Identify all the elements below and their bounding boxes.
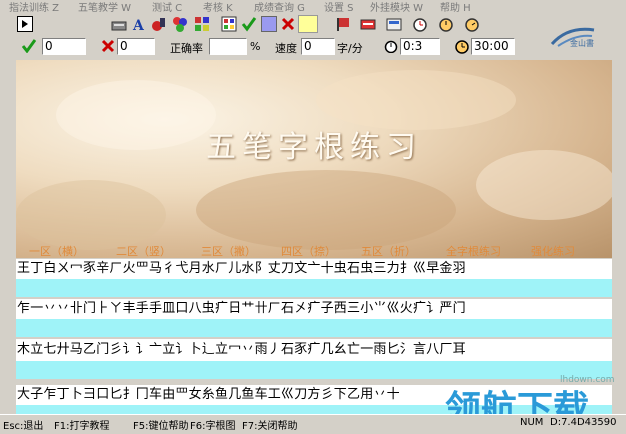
flag-icon[interactable] [335, 16, 351, 32]
color-swatch-icon[interactable] [261, 16, 277, 32]
menu-wubi-teaching[interactable]: 五笔教学 W [78, 0, 131, 14]
speed-label: 速度 [275, 42, 297, 55]
play-icon[interactable] [17, 16, 33, 32]
status-code: D:7.4D43590 [550, 417, 617, 428]
keyboard2-icon[interactable] [360, 16, 376, 32]
menu-plugins[interactable]: 外挂模块 W [370, 0, 423, 14]
menu-typing-practice[interactable]: 指法训练 Z [9, 0, 59, 14]
status-bar: Esc:退出 F1:打字教程 F5:键位帮助 F6:字根图 F7:关闭帮助 NU… [0, 414, 626, 434]
color-grid-icon[interactable] [221, 16, 237, 32]
wrong-count-field: 0 [117, 38, 155, 55]
palette-icon[interactable] [172, 16, 188, 32]
watermark-url: lhdown.com [560, 375, 615, 385]
zone-tabs: 一区（横） 二区（竖） 三区（撇） 四区（捺） 五区（折） 全字根练习 强化练习 [16, 243, 612, 258]
title-banner: 五笔字根练习 [16, 60, 612, 258]
close-icon[interactable] [280, 16, 296, 32]
input-line-3[interactable] [16, 361, 612, 379]
alarm-clock-icon [455, 40, 469, 54]
font-icon[interactable]: A [131, 16, 147, 32]
status-row: 0 0 正确率 % 速度 0 字/分 0:3 30:00 金山書 [0, 27, 626, 58]
yellow-swatch-icon[interactable] [298, 15, 318, 33]
speed-field: 0 [301, 38, 335, 55]
prompt-line-2: 乍一丷丷卝门⺊ㄚ丰手手皿口八虫疒日艹卄ㄏ石㐅疒子西三小⺌巛火疒讠严门 [16, 299, 612, 319]
menu-help[interactable]: 帮助 H [440, 0, 471, 14]
hint-esc: Esc:退出 [3, 421, 44, 432]
toolbar: A [0, 13, 626, 35]
num-indicator: NUM [520, 417, 544, 428]
zone-tab-5[interactable]: 五区（折） [361, 243, 416, 259]
hint-f7: F7:关闭帮助 [242, 421, 298, 432]
zone-tab-3[interactable]: 三区（撇） [201, 243, 256, 259]
banner-title: 五笔字根练习 [206, 130, 422, 165]
zone-tab-1[interactable]: 一区（横） [29, 243, 84, 259]
zone-tab-intensive[interactable]: 强化练习 [531, 243, 575, 259]
accuracy-label: 正确率 [170, 42, 203, 55]
tab-icon[interactable] [386, 16, 402, 32]
percent-label: % [250, 40, 261, 53]
tools-icon[interactable] [151, 16, 167, 32]
accuracy-field [209, 38, 247, 55]
hint-f1: F1:打字教程 [54, 421, 110, 432]
elapsed-time-field: 0:3 [400, 38, 440, 55]
check-icon[interactable] [241, 16, 257, 32]
alarm2-icon[interactable] [438, 16, 454, 32]
menu-bar: 指法训练 Z 五笔教学 W 测试 C 考核 K 成绩查询 G 设置 S 外挂模块… [0, 0, 626, 14]
logo-text: 金山書 [570, 39, 594, 48]
input-line-2[interactable] [16, 319, 612, 337]
speed-unit-label: 字/分 [337, 42, 363, 55]
wrong-icon [101, 39, 115, 53]
correct-count-field: 0 [42, 38, 86, 55]
keyboard-icon[interactable] [111, 16, 127, 32]
menu-test[interactable]: 测试 C [152, 0, 182, 14]
menu-settings[interactable]: 设置 S [324, 0, 354, 14]
svg-text:A: A [132, 18, 145, 32]
input-line-1[interactable] [16, 279, 612, 297]
time-limit-field: 30:00 [471, 38, 515, 55]
zone-tab-all-roots[interactable]: 全字根练习 [446, 243, 501, 259]
zone-tab-2[interactable]: 二区（竖） [116, 243, 171, 259]
hint-f6: F6:字根图 [190, 421, 236, 432]
hint-f5: F5:键位帮助 [133, 421, 189, 432]
correct-icon [22, 39, 36, 53]
prompt-line-1: 王丁白ㄨ冖豕辛ㄏ火罒马彳弋月水ㄏ儿水阝丈刀文亠十虫石虫三力扌巛早金羽 [16, 259, 612, 279]
alarm3-icon[interactable] [464, 16, 480, 32]
alarm-icon[interactable] [412, 16, 428, 32]
stopwatch-icon [384, 40, 398, 53]
grid-icon[interactable] [194, 16, 210, 32]
menu-exam[interactable]: 考核 K [203, 0, 233, 14]
prompt-line-3: 木立七廾马乙门彡讠讠亠立讠卜辶立冖丷雨丿石豕疒几幺亡一雨匕氵言八厂耳 [16, 339, 612, 361]
menu-score-query[interactable]: 成绩查询 G [254, 0, 305, 14]
zone-tab-4[interactable]: 四区（捺） [281, 243, 336, 259]
